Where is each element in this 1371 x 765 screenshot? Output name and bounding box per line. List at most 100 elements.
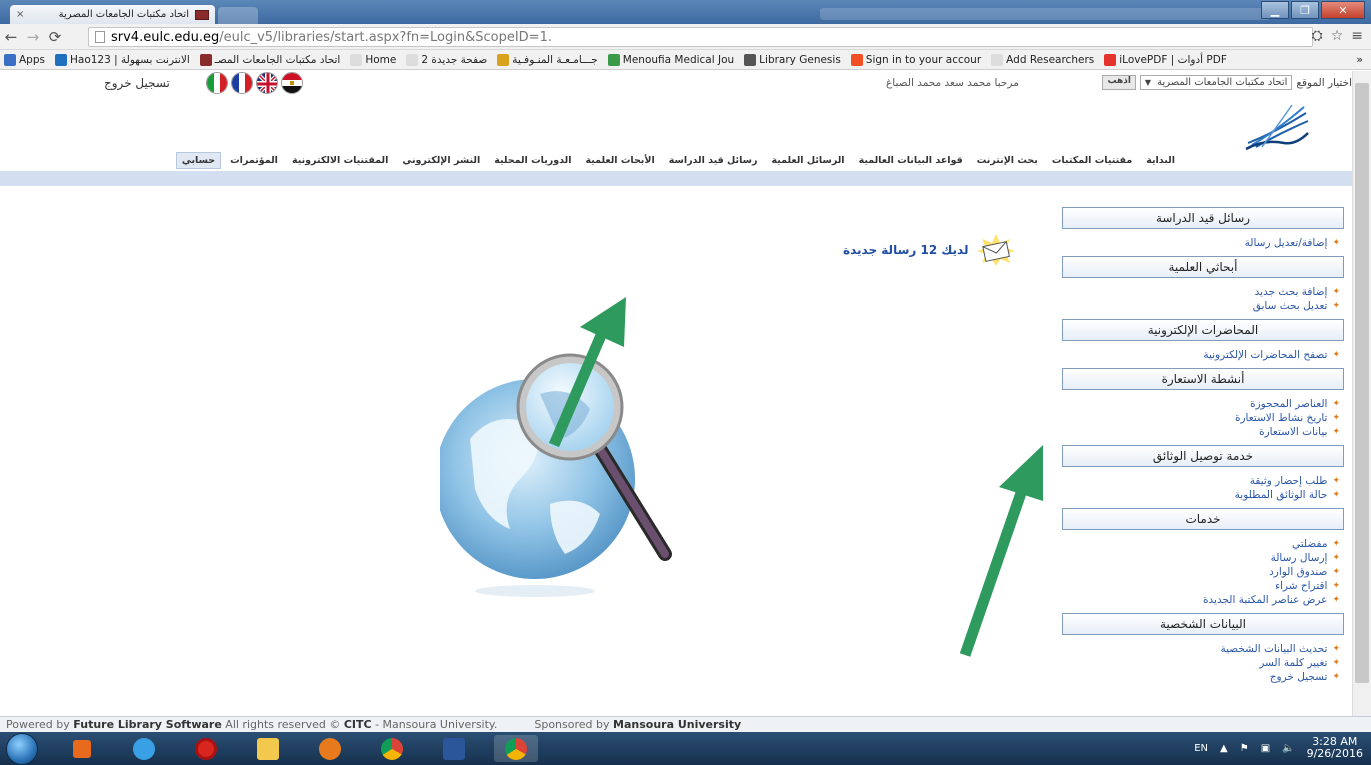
nav-item[interactable]: النشر الإلكتروني	[397, 153, 485, 168]
logout-link[interactable]: تسجيل خروج	[104, 76, 170, 90]
sidebar-link[interactable]: ✦ عرض عناصر المكتبة الجديدة	[1062, 593, 1340, 606]
bookmark-item[interactable]: Library Genesis	[744, 53, 841, 66]
sidebar-link[interactable]: ✦ تحديث البيانات الشخصية	[1062, 642, 1341, 655]
minimize-button[interactable]: ▁	[1261, 1, 1289, 19]
uk-flag-icon[interactable]	[256, 72, 278, 94]
reload-icon[interactable]: ⟳	[44, 28, 66, 46]
new-tab-button[interactable]	[218, 7, 258, 24]
bookmark-icon	[850, 53, 863, 66]
sidebar-link[interactable]: ✦ إضافة بحث جديد	[1062, 285, 1340, 298]
bookmark-label: Menoufia Medical Jou	[622, 53, 735, 66]
file-explorer-icon[interactable]	[246, 735, 290, 762]
italy-flag-icon[interactable]	[206, 72, 228, 94]
volume-icon[interactable]: 🔈	[1282, 743, 1294, 754]
bookmark-label: Apps	[19, 53, 45, 66]
start-button[interactable]	[6, 733, 38, 765]
nav-item[interactable]: حسابي	[175, 151, 222, 169]
sidebar-link[interactable]: ✦ تصفح المحاضرات الإلكترونية	[1062, 348, 1340, 361]
bookmark-item[interactable]: Add Researchers	[991, 53, 1095, 66]
nav-item[interactable]: بحث الإنترنت	[972, 153, 1043, 168]
bookmark-item[interactable]: Home	[350, 53, 397, 66]
sidebar-link[interactable]: ✦ بيانات الاستعارة	[1062, 425, 1340, 438]
sidebar-link-label: مفضلتي	[1292, 537, 1328, 550]
bookmark-icon	[607, 53, 620, 66]
translate-icon[interactable]: ⛭	[1312, 28, 1323, 44]
bullet-icon: ✦	[1332, 237, 1340, 248]
nav-item[interactable]: الأبحاث العلمية	[580, 153, 659, 168]
firefox-icon[interactable]	[308, 735, 352, 762]
tray-expand-icon[interactable]: ▲	[1220, 743, 1228, 754]
nav-item[interactable]: الدوريات المحلية	[489, 153, 576, 168]
chrome-icon[interactable]	[370, 735, 414, 762]
bullet-icon: ✦	[1332, 426, 1340, 437]
media-player-icon[interactable]	[60, 735, 104, 762]
opera-icon[interactable]	[184, 735, 228, 762]
bookmark-item[interactable]: Hao123 | الانترنت بسهولة	[54, 53, 190, 66]
nav-item[interactable]: رسائل قيد الدراسة	[664, 153, 763, 168]
sidebar-link[interactable]: ✦ صندوق الوارد	[1062, 565, 1340, 578]
sidebar-link[interactable]: ✦ تعديل بحث سابق	[1062, 299, 1340, 312]
bookmark-item[interactable]: Sign in to your accour	[850, 53, 981, 66]
egypt-flag-icon[interactable]	[281, 72, 303, 94]
word-icon[interactable]	[432, 735, 476, 762]
page-scrollbar[interactable]	[1352, 71, 1371, 716]
eulc-logo-icon	[1245, 104, 1309, 151]
sidebar-link[interactable]: ✦ تاريخ نشاط الاستعارة	[1062, 411, 1340, 424]
network-icon[interactable]: ▣	[1261, 743, 1270, 754]
back-arrow-icon[interactable]: ←	[0, 28, 22, 46]
sidebar-link[interactable]: ✦ العناصر المحجوزة	[1062, 397, 1340, 410]
language-indicator[interactable]: EN	[1194, 743, 1208, 754]
bookmark-item[interactable]: Apps	[4, 53, 45, 66]
nav-item[interactable]: المؤتمرات	[225, 153, 283, 168]
bookmark-item[interactable]: اتحاد مكتبات الجامعات المصـ	[199, 53, 340, 66]
sidebar-link[interactable]: ✦ إرسال رسالة	[1062, 551, 1340, 564]
url-path: /eulc_v5/libraries/start.aspx?fn=Login&S…	[219, 29, 552, 45]
bullet-icon: ✦	[1332, 412, 1340, 423]
bookmark-item[interactable]: صفحة جديدة 2	[406, 53, 487, 66]
site-select[interactable]: اتحاد مكتبات الجامعات المصرية ▼	[1139, 75, 1293, 90]
sidebar-link-label: صندوق الوارد	[1269, 565, 1328, 578]
bookmark-label: Add Researchers	[1006, 53, 1095, 66]
bullet-icon: ✦	[1332, 538, 1340, 549]
nav-item[interactable]: قواعد البيانات العالمية	[854, 153, 968, 168]
sidebar-link[interactable]: ✦ تسجيل خروج	[1062, 670, 1340, 683]
bookmark-star-icon[interactable]: ☆	[1331, 28, 1344, 44]
close-window-button[interactable]: ✕	[1321, 1, 1365, 19]
new-messages-notice[interactable]: لديك 12 رسالة جديدة	[843, 233, 1016, 267]
maximize-button[interactable]: ❐	[1291, 1, 1319, 19]
sidebar-link[interactable]: ✦ إضافة/تعديل رسالة	[1062, 236, 1340, 249]
sidebar-link[interactable]: ✦ حالة الوثائق المطلوبة	[1062, 488, 1340, 501]
forward-arrow-icon[interactable]: →	[22, 28, 44, 46]
internet-explorer-icon[interactable]	[122, 735, 166, 762]
bullet-icon: ✦	[1332, 580, 1340, 591]
bookmark-icon	[406, 53, 419, 66]
scrollbar-thumb[interactable]	[1355, 83, 1369, 683]
nav-item[interactable]: البداية	[1141, 153, 1180, 168]
nav-item[interactable]: الرسائل العلمية	[766, 153, 849, 168]
nav-item[interactable]: مقتنيات المكتبات	[1047, 153, 1137, 168]
bookmarks-overflow-icon[interactable]: »	[1356, 53, 1363, 66]
nav-item[interactable]: المقتنيات الالكترونية	[287, 153, 393, 168]
url-host: srv4.eulc.edu.eg	[111, 29, 220, 45]
browser-tab[interactable]: اتحاد مكتبات الجامعات المصرية ×	[10, 5, 215, 24]
chrome-active-icon[interactable]	[494, 735, 538, 762]
bullet-icon: ✦	[1332, 657, 1340, 668]
bookmark-item[interactable]: Menoufia Medical Jou	[607, 53, 735, 66]
bookmark-label: Home	[365, 53, 397, 66]
sidebar-link[interactable]: ✦ اقتراح شراء	[1062, 579, 1340, 592]
bookmark-icon	[744, 53, 757, 66]
go-button[interactable]: اذهب	[1102, 75, 1136, 90]
sidebar-link[interactable]: ✦ تغيير كلمة السر	[1062, 656, 1340, 669]
sidebar-link[interactable]: ✦ طلب إحضار وثيقة	[1062, 474, 1340, 487]
tab-close-icon[interactable]: ×	[16, 9, 24, 20]
france-flag-icon[interactable]	[231, 72, 253, 94]
url-input[interactable]: srv4.eulc.edu.eg/eulc_v5/libraries/start…	[88, 27, 1313, 47]
clock[interactable]: 3:28 AM 9/26/2016	[1307, 736, 1363, 760]
bookmark-icon	[199, 53, 212, 66]
menu-icon[interactable]: ≡	[1351, 28, 1363, 44]
sidebar-link-label: تعديل بحث سابق	[1252, 299, 1328, 312]
sidebar-link[interactable]: ✦ مفضلتي	[1062, 537, 1340, 550]
bookmark-item[interactable]: جـــامـعـة المنـوفـية	[497, 53, 598, 66]
bookmark-item[interactable]: iLovePDF | أدوات PDF	[1104, 53, 1227, 66]
flag-icon[interactable]: ⚑	[1240, 743, 1249, 754]
